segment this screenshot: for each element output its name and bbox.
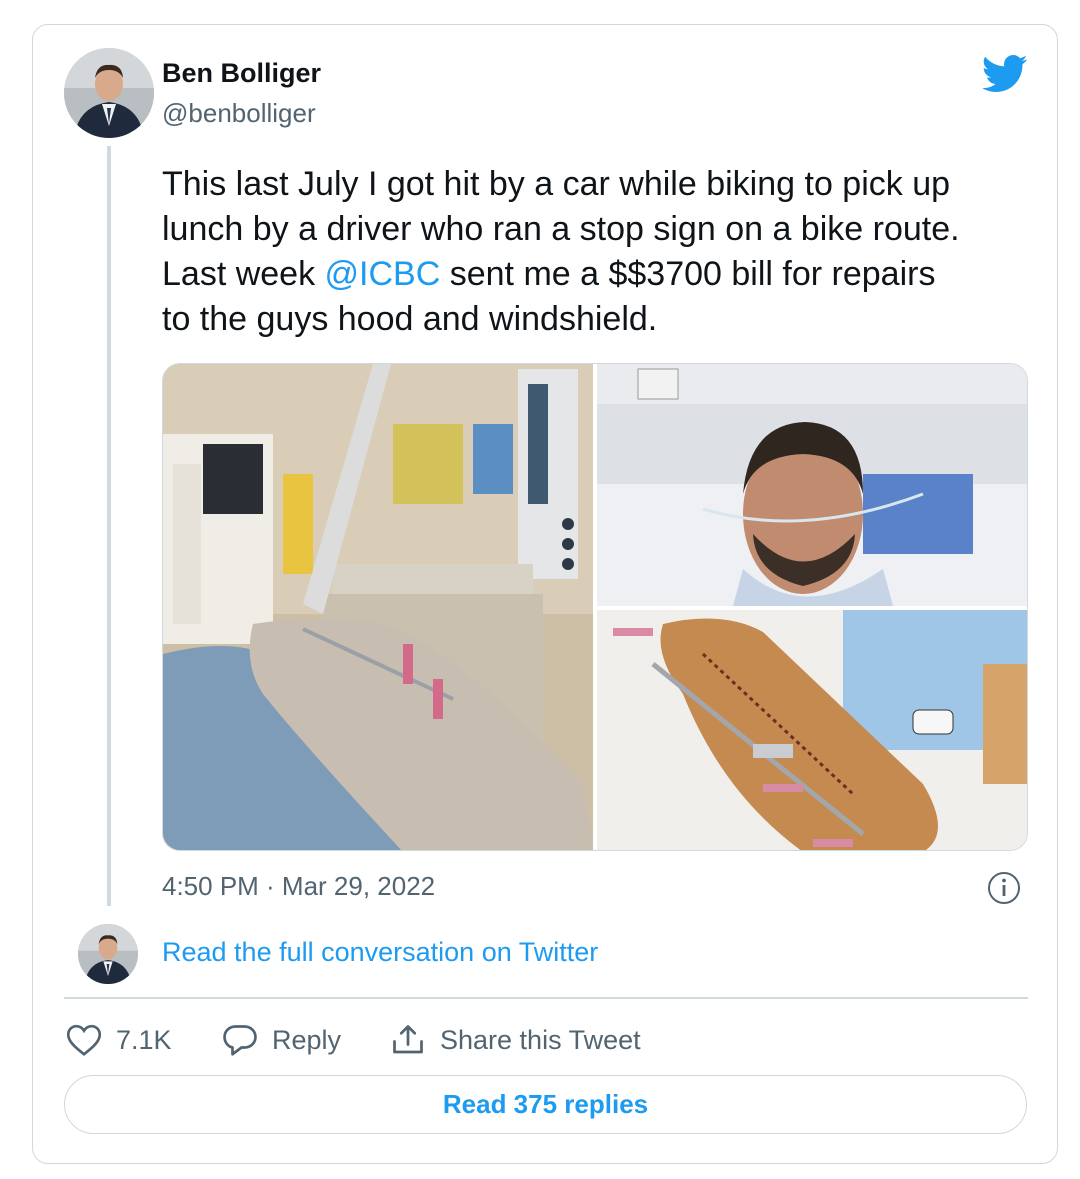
reply-label: Reply [272, 1024, 342, 1055]
twitter-bird-icon[interactable] [982, 54, 1028, 94]
tweet-text: This last July I got hit by a car while … [162, 162, 1032, 342]
info-icon[interactable] [986, 870, 1022, 906]
conversation-avatar[interactable] [78, 924, 138, 984]
author-name[interactable]: Ben Bolliger [162, 58, 321, 89]
like-button[interactable]: 7.1K [66, 1020, 172, 1060]
read-replies-button[interactable]: Read 375 replies [64, 1075, 1027, 1134]
mention-link[interactable]: @ICBC [325, 255, 441, 293]
photo-stitched-leg[interactable] [597, 610, 1028, 851]
share-icon [393, 1025, 423, 1054]
reply-button[interactable]: Reply [222, 1020, 341, 1060]
author-avatar[interactable] [64, 48, 154, 138]
divider [64, 997, 1028, 999]
like-count: 7.1K [116, 1024, 172, 1055]
author-handle[interactable]: @benbolliger [162, 98, 316, 129]
read-conversation-link[interactable]: Read the full conversation on Twitter [162, 937, 598, 968]
thread-line [107, 146, 111, 906]
photo-hospital-selfie[interactable] [597, 364, 1028, 606]
media-grid [162, 363, 1028, 851]
tweet-timestamp[interactable]: 4:50 PM · Mar 29, 2022 [162, 871, 435, 902]
photo-hospital-room-leg[interactable] [163, 364, 593, 851]
heart-icon [66, 1024, 102, 1056]
reply-bubble-icon [223, 1025, 257, 1056]
share-label: Share this Tweet [440, 1024, 641, 1055]
share-button[interactable]: Share this Tweet [390, 1020, 641, 1060]
